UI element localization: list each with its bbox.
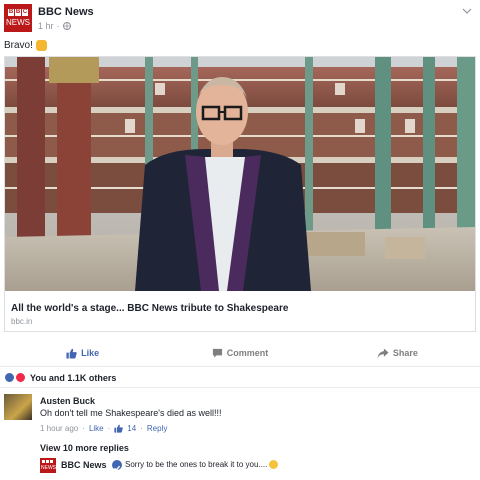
comment-button[interactable]: Comment — [161, 344, 318, 362]
bbc-logo-news-text: NEWS — [6, 18, 30, 27]
smile-emoji-icon — [269, 460, 279, 469]
meta-separator: · — [56, 21, 60, 31]
chevron-down-icon[interactable] — [462, 6, 472, 16]
comment-reply-link[interactable]: Reply — [147, 424, 167, 433]
thumbs-up-icon — [114, 424, 124, 433]
divider — [0, 387, 480, 388]
commenter-avatar[interactable] — [4, 394, 32, 420]
like-button[interactable]: Like — [4, 344, 161, 362]
bbc-news-reply-avatar[interactable]: NEWS — [40, 458, 56, 473]
love-reaction-icon — [15, 372, 26, 383]
article-photo[interactable] — [5, 57, 475, 291]
share-arrow-icon — [377, 347, 389, 358]
bbc-logo-letter: C — [22, 9, 28, 16]
post-action-bar: Like Comment Share — [4, 344, 476, 362]
reactions-count-text: You and 1.1K others — [30, 372, 117, 383]
like-label: Like — [81, 348, 100, 358]
comment-meta: 1 hour ago · Like · 14 · Reply — [40, 424, 167, 433]
reply-author[interactable]: BBC News — [61, 460, 107, 470]
post-time[interactable]: 1 hr — [38, 21, 54, 31]
bbc-logo-block — [42, 460, 45, 463]
post-meta: 1 hr · — [38, 21, 71, 31]
bbc-logo-block — [46, 460, 49, 463]
post-header: B B C NEWS BBC News 1 hr · — [4, 4, 476, 32]
bbc-logo-news-text: NEWS — [41, 465, 56, 471]
bbc-news-avatar[interactable]: B B C NEWS — [4, 4, 32, 32]
comment-label: Comment — [226, 348, 269, 358]
globe-icon — [62, 22, 71, 30]
comment-bubble-icon — [212, 348, 222, 358]
comment-author[interactable]: Austen Buck — [40, 396, 95, 406]
divider — [0, 366, 480, 367]
bbc-logo-block — [50, 460, 53, 463]
link-preview-card[interactable]: All the world's a stage... BBC News trib… — [4, 56, 476, 332]
bbc-logo-blocks: B B C — [8, 9, 28, 16]
bbc-logo-letter: B — [8, 9, 14, 16]
bbc-logo-letter: B — [15, 9, 21, 16]
thumbs-up-icon — [66, 348, 77, 359]
post-message-text: Bravo! — [4, 40, 33, 51]
post-author-name[interactable]: BBC News — [38, 6, 94, 18]
view-more-replies-link[interactable]: View 10 more replies — [40, 443, 129, 453]
globe-theatre-illustration — [5, 57, 475, 291]
comment-text: Oh don't tell me Shakespeare's died as w… — [40, 408, 222, 418]
article-domain: bbc.in — [11, 317, 33, 326]
reply-text-row: Sorry to be the ones to break it to you.… — [125, 460, 279, 469]
reactions-summary[interactable]: You and 1.1K others — [4, 372, 116, 383]
comment-like-count[interactable]: 14 — [127, 424, 136, 433]
clapping-hands-icon — [35, 40, 47, 51]
post-message: Bravo! — [4, 40, 47, 51]
comment-like-link[interactable]: Like — [89, 424, 104, 433]
bbc-logo-blocks — [42, 460, 53, 463]
like-reaction-icon — [4, 372, 15, 383]
meta-separator: · — [107, 424, 111, 433]
share-label: Share — [392, 348, 418, 358]
verified-badge-icon — [112, 460, 122, 472]
article-title[interactable]: All the world's a stage... BBC News trib… — [11, 303, 288, 314]
meta-separator: · — [82, 424, 85, 433]
share-button[interactable]: Share — [319, 344, 476, 362]
meta-separator: · — [140, 424, 143, 433]
comment-time[interactable]: 1 hour ago — [40, 424, 78, 433]
reply-text: Sorry to be the ones to break it to you.… — [125, 460, 268, 469]
